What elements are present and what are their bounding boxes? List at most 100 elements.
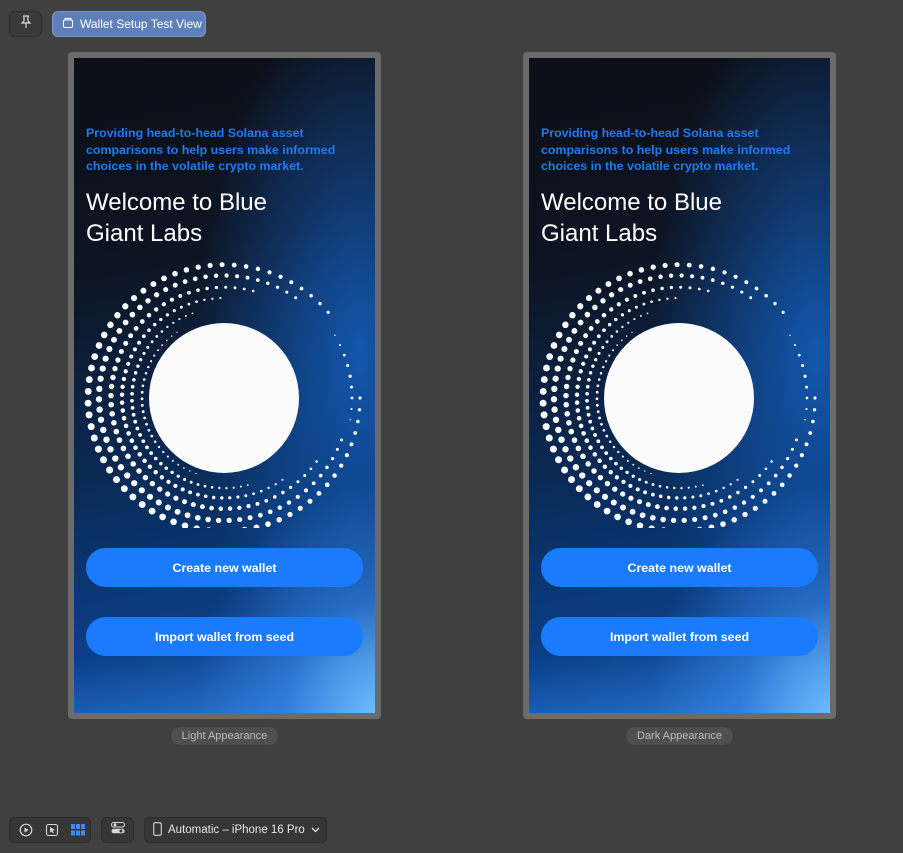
device-selector[interactable]: Automatic – iPhone 16 Pro: [144, 817, 327, 843]
swirl-dot: [85, 411, 93, 419]
swirl-dot: [669, 285, 674, 290]
swirl-dot: [649, 514, 656, 521]
swirl-dot: [650, 264, 656, 270]
swirl-dot: [206, 527, 211, 528]
swirl-dot: [602, 464, 608, 469]
swirl-dot: [609, 307, 614, 312]
swirl-dot: [664, 505, 669, 511]
swirl-dot: [607, 322, 612, 327]
swirl-dot: [142, 351, 146, 355]
swirl-dot: [209, 505, 214, 511]
swirl-dot: [231, 262, 237, 268]
swirl-dot: [165, 339, 168, 342]
swirl-dot: [624, 297, 629, 302]
toggles-icon: [110, 821, 125, 839]
swirl-dot: [668, 273, 674, 278]
swirl-dot: [108, 401, 114, 408]
swirl-dot: [550, 396, 558, 403]
swirl-dot: [620, 491, 626, 497]
swirl-dot: [129, 311, 136, 318]
swirl-dot: [304, 488, 308, 493]
swirl-dot: [133, 445, 138, 450]
swirl-dot: [119, 400, 125, 405]
swirl-dot: [591, 468, 597, 474]
swirl-dot: [126, 361, 131, 366]
tab-wallet-setup-test-view[interactable]: Wallet Setup Test View: [52, 11, 206, 37]
swirl-dot: [106, 466, 114, 474]
create-wallet-button[interactable]: Create new wallet: [541, 548, 818, 587]
swirl-dot: [309, 293, 313, 298]
swirl-dot: [140, 397, 144, 401]
swirl-dot: [616, 344, 619, 347]
swirl-dot: [697, 526, 703, 528]
swirl-dot: [571, 437, 578, 443]
swirl-dot: [578, 340, 584, 346]
swirl-dot: [712, 512, 718, 518]
swirl-dot: [142, 458, 147, 464]
swirl-dot: [683, 496, 687, 500]
swirl-dot: [576, 376, 582, 382]
swirl-dot: [701, 484, 704, 486]
swirl-dot: [592, 340, 597, 345]
swirl-dot: [344, 453, 349, 458]
preview-dark: Providing head-to-head Solana asset comp…: [523, 52, 836, 719]
pin-button[interactable]: [9, 11, 42, 37]
swirl-dot: [636, 499, 643, 505]
swirl-dot: [708, 524, 715, 528]
swirl-dot: [183, 477, 187, 482]
swirl-dot: [96, 385, 103, 393]
swirl-dot: [804, 442, 809, 447]
swirl-dot: [551, 385, 558, 393]
swirl-dot: [732, 505, 738, 510]
swirl-dot: [275, 285, 280, 289]
swirl-dot: [112, 455, 119, 462]
swirl-dot: [141, 384, 145, 388]
swirl-dot: [638, 267, 645, 273]
swirl-dot: [358, 396, 362, 400]
swirl-dot: [688, 286, 692, 290]
swirl-dot: [176, 331, 178, 333]
swirl-dot: [638, 477, 642, 482]
grid-icon[interactable]: [68, 820, 88, 840]
cursor-icon[interactable]: [42, 820, 62, 840]
variants-button[interactable]: [101, 817, 134, 843]
swirl-dot: [225, 486, 228, 490]
swirl-dot: [88, 364, 95, 372]
swirl-dot: [173, 495, 179, 501]
swirl-dot: [141, 334, 146, 339]
swirl-dot: [148, 507, 156, 515]
swirl-dot: [694, 485, 697, 488]
swirl-dot: [211, 495, 216, 500]
swirl-dot: [621, 455, 624, 458]
swirl-dot: [177, 463, 180, 466]
swirl-dot: [102, 355, 109, 362]
import-wallet-button[interactable]: Import wallet from seed: [541, 617, 818, 656]
swirl-dot: [670, 517, 677, 524]
swirl-dot: [289, 280, 294, 285]
swirl-dot: [610, 335, 614, 338]
import-wallet-button[interactable]: Import wallet from seed: [86, 617, 363, 656]
create-wallet-button[interactable]: Create new wallet: [86, 548, 363, 587]
play-icon[interactable]: [16, 820, 36, 840]
swirl-dot: [171, 459, 174, 462]
swirl-dot: [213, 273, 219, 278]
swirl-dot: [588, 445, 593, 450]
swirl-dot: [804, 385, 809, 389]
swirl-dot: [94, 445, 102, 453]
swirl-dot: [585, 398, 589, 403]
swirl-dot: [625, 470, 629, 475]
swirl-dot: [596, 439, 601, 444]
swirl-dot: [203, 484, 207, 488]
swirl-dot: [153, 292, 160, 298]
swirl-dot: [710, 501, 715, 506]
swirl-dot: [602, 328, 606, 333]
swirl-dot: [243, 264, 249, 269]
swirl-dot: [707, 492, 710, 496]
swirl-dot: [644, 470, 646, 472]
swirl-dot: [557, 355, 564, 362]
swirl-dot: [122, 303, 129, 310]
swirl-dot: [673, 506, 679, 511]
swirl-dot: [612, 486, 618, 492]
swirl-dot: [100, 456, 107, 464]
swirl-dot: [733, 274, 738, 279]
